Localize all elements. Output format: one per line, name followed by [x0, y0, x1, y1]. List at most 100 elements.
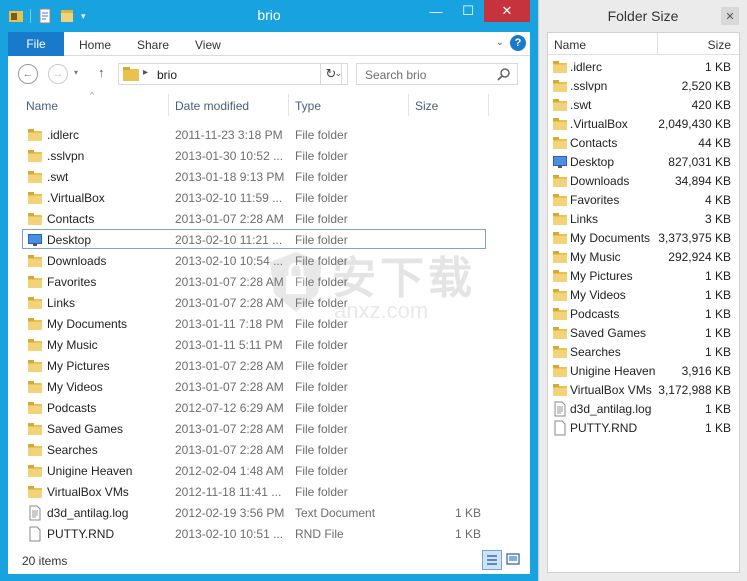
column-size[interactable]: Size	[415, 99, 438, 113]
column-name[interactable]: Name	[26, 99, 58, 113]
folder-icon	[28, 402, 42, 414]
folder-size-row[interactable]: .sslvpn 2,520 KB	[548, 76, 739, 95]
column-divider[interactable]	[408, 94, 409, 116]
folder-size-row[interactable]: PUTTY.RND 1 KB	[548, 418, 739, 437]
refresh-button[interactable]: ↻	[320, 63, 342, 85]
folder-size-row[interactable]: Contacts 44 KB	[548, 133, 739, 152]
folder-icon	[28, 213, 42, 225]
folder-size-name: VirtualBox VMs	[570, 383, 652, 397]
folder-size-list[interactable]: Name Size .idlerc 1 KB .sslvpn 2,520 KB .swt…	[547, 32, 740, 573]
column-name[interactable]: Name	[554, 38, 586, 52]
column-size[interactable]: Size	[708, 38, 731, 52]
folder-size-row[interactable]: My Videos 1 KB	[548, 285, 739, 304]
column-date-modified[interactable]: Date modified	[175, 99, 249, 113]
file-date-modified: 2013-02-10 11:59 ...	[175, 191, 283, 205]
file-type: File folder	[295, 191, 348, 205]
file-row[interactable]: Searches 2013-01-07 2:28 AM File folder	[22, 439, 486, 459]
forward-button[interactable]: →	[48, 64, 68, 84]
folder-size-row[interactable]: My Pictures 1 KB	[548, 266, 739, 285]
folder-size-row[interactable]: .VirtualBox 2,049,430 KB	[548, 114, 739, 133]
folder-size-value: 292,924 KB	[668, 250, 731, 264]
column-divider[interactable]	[288, 94, 289, 116]
expand-ribbon-icon[interactable]: ⌄	[496, 37, 504, 48]
folder-size-row[interactable]: VirtualBox VMs 3,172,988 KB	[548, 380, 739, 399]
address-bar[interactable]: ▸ brio ⌄	[118, 63, 348, 85]
tab-view[interactable]: View	[195, 38, 221, 52]
column-divider[interactable]	[488, 94, 489, 116]
folder-size-row[interactable]: Favorites 4 KB	[548, 190, 739, 209]
file-row[interactable]: VirtualBox VMs 2012-11-18 11:41 ... File f…	[22, 481, 486, 501]
file-type: File folder	[295, 359, 348, 373]
file-row[interactable]: Unigine Heaven 2012-02-04 1:48 AM File fol…	[22, 460, 486, 480]
chevron-right-icon[interactable]: ▸	[143, 67, 148, 78]
folder-size-value: 1 KB	[704, 421, 731, 435]
folder-size-row[interactable]: .swt 420 KB	[548, 95, 739, 114]
folder-size-row[interactable]: Desktop 827,031 KB	[548, 152, 739, 171]
folder-size-name: My Documents	[570, 231, 651, 245]
file-row[interactable]: PUTTY.RND 2013-02-10 10:51 ... RND File 1 K…	[22, 523, 486, 543]
file-name: Desktop	[47, 233, 92, 247]
file-type: File folder	[295, 401, 348, 415]
file-row[interactable]: .sslvpn 2013-01-30 10:52 ... File folder	[22, 145, 486, 165]
file-row[interactable]: .idlerc 2011-11-23 3:18 PM File folder	[22, 124, 486, 144]
file-row[interactable]: My Music 2013-01-11 5:11 PM File folder	[22, 334, 486, 354]
column-divider[interactable]	[168, 94, 169, 116]
recent-locations-icon[interactable]: ▾	[74, 68, 78, 77]
tab-home[interactable]: Home	[79, 38, 111, 52]
folder-size-row[interactable]: .idlerc 1 KB	[548, 57, 739, 76]
file-name: d3d_antilag.log	[47, 506, 129, 520]
folder-size-row[interactable]: Saved Games 1 KB	[548, 323, 739, 342]
folder-icon	[553, 346, 567, 358]
folder-size-row[interactable]: Searches 1 KB	[548, 342, 739, 361]
file-row[interactable]: .swt 2013-01-18 9:13 PM File folder	[22, 166, 486, 186]
file-name: My Pictures	[47, 359, 110, 373]
folder-size-close-button[interactable]: ✕	[721, 7, 739, 25]
folder-icon	[28, 276, 42, 288]
up-button[interactable]: ↑	[98, 65, 105, 80]
file-size: 1 KB	[454, 506, 481, 520]
folder-size-row[interactable]: My Documents 3,373,975 KB	[548, 228, 739, 247]
address-path[interactable]: brio	[157, 68, 177, 82]
file-row[interactable]: .VirtualBox 2013-02-10 11:59 ... File fold…	[22, 187, 486, 207]
search-icon[interactable]	[497, 67, 511, 81]
folder-size-name: .idlerc	[570, 60, 603, 74]
folder-size-window: Folder Size ✕ Name Size .idlerc 1 KB .sslv…	[538, 0, 747, 581]
minimize-button[interactable]: —	[420, 0, 452, 22]
column-type[interactable]: Type	[295, 99, 321, 113]
folder-size-row[interactable]: d3d_antilag.log 1 KB	[548, 399, 739, 418]
back-button[interactable]: ←	[18, 64, 38, 84]
tab-share[interactable]: Share	[137, 38, 169, 52]
folder-size-title: Folder Size	[607, 8, 679, 24]
file-name: Downloads	[47, 254, 107, 268]
file-name: Saved Games	[47, 422, 124, 436]
title-bar[interactable]: ▾ brio — ☐ ✕	[0, 0, 538, 32]
file-date-modified: 2011-11-23 3:18 PM	[175, 128, 283, 142]
help-icon[interactable]: ?	[510, 35, 526, 51]
search-input[interactable]: Search brio	[356, 63, 518, 85]
file-row[interactable]: Contacts 2013-01-07 2:28 AM File folder	[22, 208, 486, 228]
column-divider[interactable]	[657, 33, 658, 55]
file-row[interactable]: My Videos 2013-01-07 2:28 AM File folder	[22, 376, 486, 396]
file-row[interactable]: Saved Games 2013-01-07 2:28 AM File folder	[22, 418, 486, 438]
tab-file[interactable]: File	[8, 32, 64, 56]
close-button[interactable]: ✕	[484, 0, 530, 22]
maximize-button[interactable]: ☐	[452, 0, 484, 22]
folder-icon	[553, 213, 567, 225]
large-icons-view-button[interactable]	[504, 550, 524, 570]
folder-icon	[28, 339, 42, 351]
file-row[interactable]: d3d_antilag.log 2012-02-19 3:56 PM Text Do…	[22, 502, 486, 522]
folder-size-row[interactable]: Links 3 KB	[548, 209, 739, 228]
folder-size-name: Favorites	[570, 193, 620, 207]
folder-size-row[interactable]: My Music 292,924 KB	[548, 247, 739, 266]
folder-icon	[553, 384, 567, 396]
window-controls: — ☐ ✕	[420, 0, 530, 22]
folder-size-row[interactable]: Downloads 34,894 KB	[548, 171, 739, 190]
details-view-button[interactable]	[482, 550, 502, 570]
folder-size-value: 44 KB	[698, 136, 731, 150]
folder-size-row[interactable]: Unigine Heaven 3,916 KB	[548, 361, 739, 380]
file-row[interactable]: My Pictures 2013-01-07 2:28 AM File folder	[22, 355, 486, 375]
folder-size-name: My Videos	[570, 288, 626, 302]
file-row[interactable]: Podcasts 2012-07-12 6:29 AM File folder	[22, 397, 486, 417]
file-type: Text Document	[295, 506, 376, 520]
folder-size-row[interactable]: Podcasts 1 KB	[548, 304, 739, 323]
